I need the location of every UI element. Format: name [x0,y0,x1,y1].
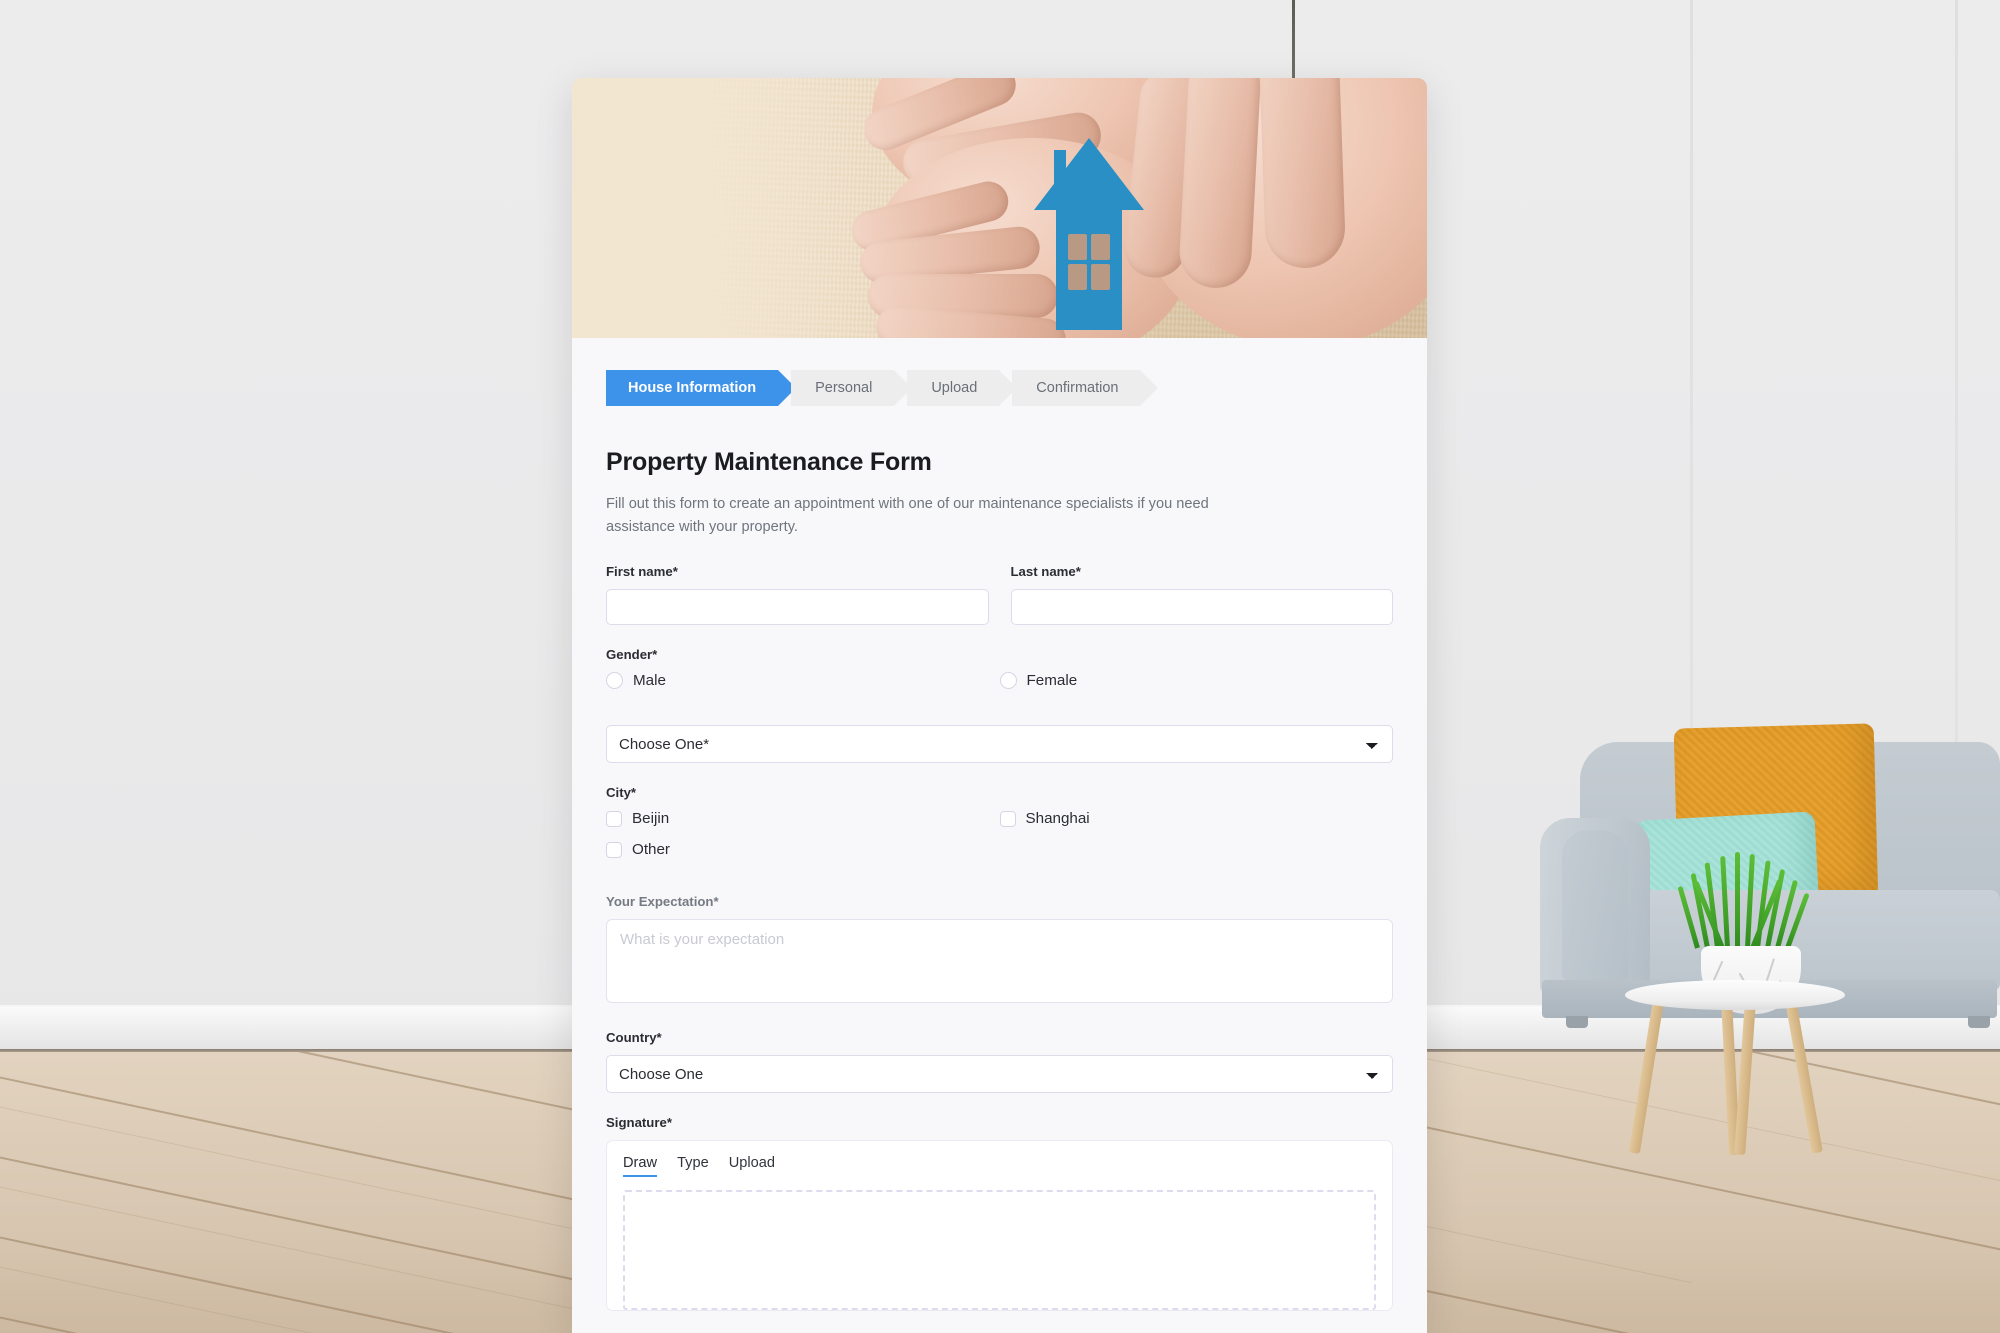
step-label: Upload [931,380,978,396]
city-option-beijin[interactable]: Beijin [606,810,1000,827]
option-label: Female [1026,672,1078,690]
step-house-information[interactable]: House Information [606,370,797,406]
hanging-cord [1292,0,1295,78]
last-name-group: Last name* [1010,564,1393,626]
choose-one-group: Choose One* [606,725,1393,764]
signature-group: Signature* Draw Type Upload [606,1115,1393,1312]
signature-tabs: Draw Type Upload [623,1155,1376,1178]
checkbox-icon[interactable] [999,810,1016,827]
expectation-group: Your Expectation* [606,894,1393,1008]
choose-one-select[interactable]: Choose One* [606,725,1393,764]
last-name-input[interactable] [1010,589,1393,626]
gender-option-male[interactable]: Male [606,672,1000,690]
form-card: House Information Personal Upload Confir… [572,78,1427,1333]
first-name-label: First name* [606,564,678,580]
tab-label: Draw [623,1155,658,1172]
signature-tab-draw[interactable]: Draw [623,1155,658,1178]
radio-icon[interactable] [606,672,623,690]
gender-label: Gender* [606,647,658,663]
tab-label: Upload [728,1155,775,1172]
step-label: House Information [628,380,757,396]
step-label: Confirmation [1036,380,1119,396]
city-label: City* [606,785,637,801]
name-row: First name* Last name* [606,564,1393,626]
radio-icon[interactable] [999,672,1017,690]
checkbox-icon[interactable] [606,810,622,827]
country-group: Country* Choose One [606,1030,1393,1094]
gender-group: Gender* Male Female [606,647,1393,703]
signature-tab-type[interactable]: Type [677,1155,709,1177]
checkbox-icon[interactable] [606,841,622,858]
option-label: Other [632,841,670,859]
option-label: Beijin [632,810,670,828]
paper-house-cutout [1034,138,1144,330]
step-upload[interactable]: Upload [907,370,1018,406]
expectation-textarea[interactable] [606,919,1393,1004]
step-personal[interactable]: Personal [791,370,913,406]
signature-draw-canvas[interactable] [623,1190,1376,1311]
page-title: Property Maintenance Form [606,448,932,476]
step-confirmation[interactable]: Confirmation [1012,370,1159,406]
first-name-group: First name* [606,564,989,626]
gender-option-female[interactable]: Female [999,672,1394,690]
signature-label: Signature* [606,1115,672,1131]
hero-image-hands-holding-house [572,78,1427,338]
city-option-other[interactable]: Other [606,841,1000,858]
last-name-label: Last name* [1010,564,1081,580]
form-description: Fill out this form to create an appointm… [606,496,1209,535]
side-table [1625,980,1845,1160]
option-label: Shanghai [1025,810,1090,828]
option-label: Male [633,672,666,690]
country-label: Country* [606,1030,662,1046]
country-select[interactable]: Choose One [606,1055,1393,1094]
signature-tab-upload[interactable]: Upload [729,1155,775,1177]
step-label: Personal [815,380,873,396]
signature-card: Draw Type Upload [606,1140,1393,1312]
city-option-shanghai[interactable]: Shanghai [999,810,1394,828]
first-name-input[interactable] [606,589,989,626]
expectation-label: Your Expectation* [606,894,719,910]
step-progress-nav: House Information Personal Upload Confir… [606,370,1393,406]
city-group: City* Beijin Shanghai Other [606,785,1393,872]
tab-label: Type [677,1155,709,1172]
